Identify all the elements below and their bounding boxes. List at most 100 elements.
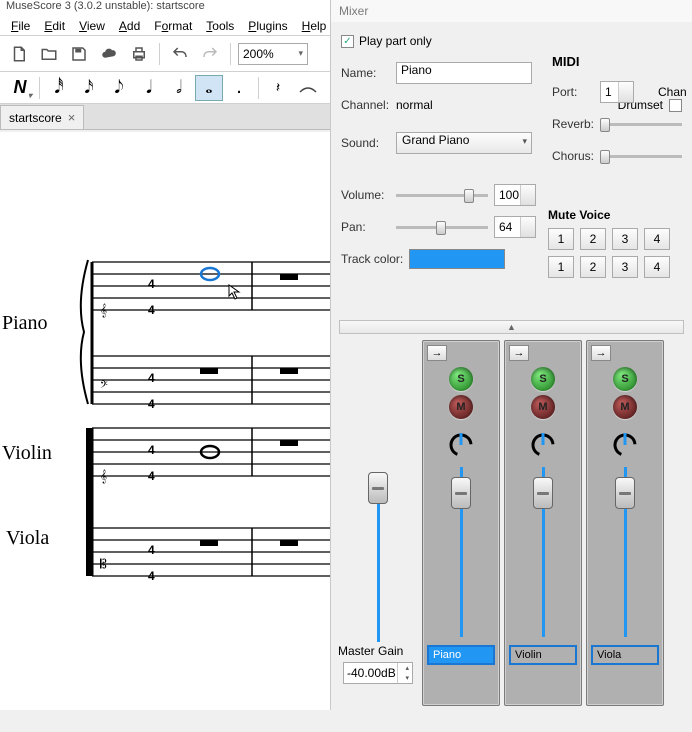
new-file-icon[interactable] — [6, 41, 32, 67]
cloud-icon[interactable] — [96, 41, 122, 67]
menu-view[interactable]: View — [72, 17, 112, 35]
note-32nd-icon[interactable]: 𝅘𝅥𝅰 — [45, 75, 73, 101]
note-half-icon[interactable]: 𝅗𝅥 — [165, 75, 193, 101]
print-icon[interactable] — [126, 41, 152, 67]
svg-text:4: 4 — [148, 443, 155, 457]
close-icon[interactable]: × — [68, 110, 76, 125]
mute-voice-2b[interactable]: 2 — [580, 256, 606, 278]
mute-button[interactable]: M — [613, 395, 637, 419]
expand-icon[interactable]: → — [509, 345, 529, 361]
note-8th-icon[interactable]: 𝅘𝅥𝅮 — [105, 75, 133, 101]
svg-text:𝄞: 𝄞 — [100, 469, 107, 483]
play-part-only-checkbox[interactable]: ✓ — [341, 35, 354, 48]
zoom-select[interactable]: 200% — [238, 43, 308, 65]
chorus-label: Chorus: — [552, 149, 600, 163]
redo-icon[interactable] — [197, 41, 223, 67]
sound-label: Sound: — [341, 136, 396, 150]
mute-button[interactable]: M — [531, 395, 555, 419]
solo-button[interactable]: S — [613, 367, 637, 391]
channel-strips: Master Gain -40.00dB▴▾ → S M Piano → S M… — [334, 336, 690, 710]
channel-strip-piano: → S M Piano — [422, 340, 500, 706]
mute-voice-label: Mute Voice — [548, 208, 688, 222]
port-spin[interactable]: 1▴▾ — [600, 81, 634, 103]
svg-text:4: 4 — [148, 397, 155, 411]
menu-help[interactable]: Help — [295, 17, 334, 35]
menu-file[interactable]: File — [4, 17, 37, 35]
tie-icon[interactable] — [294, 75, 322, 101]
note-input-mode-icon[interactable]: N▾ — [6, 75, 34, 101]
mute-voice-2a[interactable]: 2 — [580, 228, 606, 250]
expand-icon[interactable]: → — [427, 345, 447, 361]
rest-icon[interactable]: 𝄽 — [264, 75, 292, 101]
svg-text:𝄡: 𝄡 — [100, 557, 107, 571]
reverb-label: Reverb: — [552, 117, 600, 131]
midi-label: MIDI — [552, 54, 688, 69]
undo-icon[interactable] — [167, 41, 193, 67]
channel-label: Channel: — [341, 98, 396, 112]
open-folder-icon[interactable] — [36, 41, 62, 67]
channel-strip-violin: → S M Violin — [504, 340, 582, 706]
menu-edit[interactable]: Edit — [37, 17, 72, 35]
mute-voice-1a[interactable]: 1 — [548, 228, 574, 250]
channel-value: normal — [396, 98, 466, 112]
svg-text:4: 4 — [148, 569, 155, 583]
volume-slider[interactable] — [396, 187, 488, 203]
sound-select[interactable]: Grand Piano — [396, 132, 532, 154]
save-icon[interactable] — [66, 41, 92, 67]
menu-tools[interactable]: Tools — [199, 17, 241, 35]
volume-spin[interactable]: 100▴▾ — [494, 184, 536, 206]
svg-text:𝄢: 𝄢 — [100, 379, 108, 393]
port-label: Port: — [552, 85, 600, 99]
channel-name-violin[interactable]: Violin — [509, 645, 577, 665]
channel-fader[interactable] — [609, 467, 641, 637]
tab-label: startscore — [9, 111, 62, 125]
pan-knob[interactable] — [610, 427, 640, 457]
mute-voice-4b[interactable]: 4 — [644, 256, 670, 278]
menu-plugins[interactable]: Plugins — [241, 17, 294, 35]
svg-text:4: 4 — [148, 469, 155, 483]
svg-text:4: 4 — [148, 303, 155, 317]
svg-text:4: 4 — [148, 371, 155, 385]
mute-voice-1b[interactable]: 1 — [548, 256, 574, 278]
reverb-slider[interactable] — [600, 116, 682, 132]
channel-fader[interactable] — [445, 467, 477, 637]
name-label: Name: — [341, 66, 396, 80]
mute-voice-4a[interactable]: 4 — [644, 228, 670, 250]
note-dot-icon[interactable]: . — [225, 75, 253, 101]
mute-voice-3b[interactable]: 3 — [612, 256, 638, 278]
track-color-label: Track color: — [341, 252, 409, 266]
master-fader[interactable] — [362, 472, 394, 642]
solo-button[interactable]: S — [531, 367, 555, 391]
channel-fader[interactable] — [527, 467, 559, 637]
play-part-only-label: Play part only — [359, 34, 432, 48]
mute-voice-section: Mute Voice 1 2 3 4 1 2 3 4 — [548, 208, 688, 284]
name-input[interactable]: Piano — [396, 62, 532, 84]
svg-text:𝄞: 𝄞 — [100, 303, 107, 317]
menu-add[interactable]: Add — [112, 17, 147, 35]
note-quarter-icon[interactable]: 𝅘𝅥 — [135, 75, 163, 101]
channel-strip-viola: → S M Viola — [586, 340, 664, 706]
mute-voice-3a[interactable]: 3 — [612, 228, 638, 250]
track-color-swatch[interactable] — [409, 249, 505, 269]
pan-knob[interactable] — [446, 427, 476, 457]
master-gain-spin[interactable]: -40.00dB▴▾ — [343, 662, 413, 684]
score-canvas[interactable]: Piano Violin Viola 𝄞 4 4 𝄢 4 4 — [0, 132, 330, 710]
note-16th-icon[interactable]: 𝅘𝅥𝅯 — [75, 75, 103, 101]
channel-name-viola[interactable]: Viola — [591, 645, 659, 665]
channel-name-piano[interactable]: Piano — [427, 645, 495, 665]
midi-section: MIDI Port: 1▴▾ Chan Reverb: Chorus: — [552, 54, 692, 177]
note-whole-icon[interactable]: 𝅝 — [195, 75, 223, 101]
mixer-title: Mixer — [331, 0, 692, 22]
pan-knob[interactable] — [528, 427, 558, 457]
solo-button[interactable]: S — [449, 367, 473, 391]
mute-button[interactable]: M — [449, 395, 473, 419]
pan-label: Pan: — [341, 220, 396, 234]
collapse-handle[interactable]: ▲ — [339, 320, 684, 334]
menu-format[interactable]: Format — [147, 17, 199, 35]
expand-icon[interactable]: → — [591, 345, 611, 361]
chorus-slider[interactable] — [600, 148, 682, 164]
pan-spin[interactable]: 64▴▾ — [494, 216, 536, 238]
tab-startscore[interactable]: startscore × — [0, 105, 84, 129]
volume-label: Volume: — [341, 188, 396, 202]
pan-slider[interactable] — [396, 219, 488, 235]
